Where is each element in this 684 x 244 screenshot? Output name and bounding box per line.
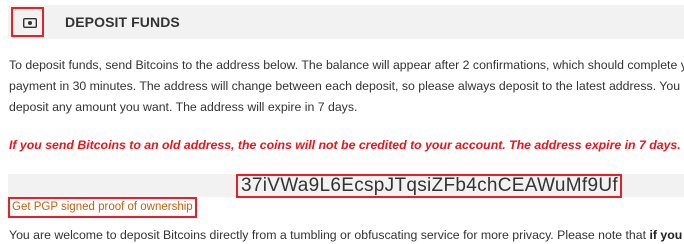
tumbler-note: You are welcome to deposit Bitcoins dire…: [9, 226, 684, 244]
pgp-proof-link[interactable]: Get PGP signed proof of ownership: [8, 197, 197, 218]
tumbler-note-text: You are welcome to deposit Bitcoins dire…: [9, 228, 650, 242]
old-address-warning: If you send Bitcoins to an old address, …: [9, 138, 681, 152]
money-bill-icon: [11, 7, 44, 37]
deposit-funds-header: DEPOSIT FUNDS: [8, 5, 684, 39]
page-title: DEPOSIT FUNDS: [65, 14, 180, 30]
bitcoin-address[interactable]: 37iVWa9L6EcspJTqsiZFb4chCEAWuMf9Uf: [236, 174, 622, 198]
tumbler-note-emphasis: if you: [649, 228, 683, 242]
deposit-instructions: To deposit funds, send Bitcoins to the a…: [9, 58, 684, 114]
